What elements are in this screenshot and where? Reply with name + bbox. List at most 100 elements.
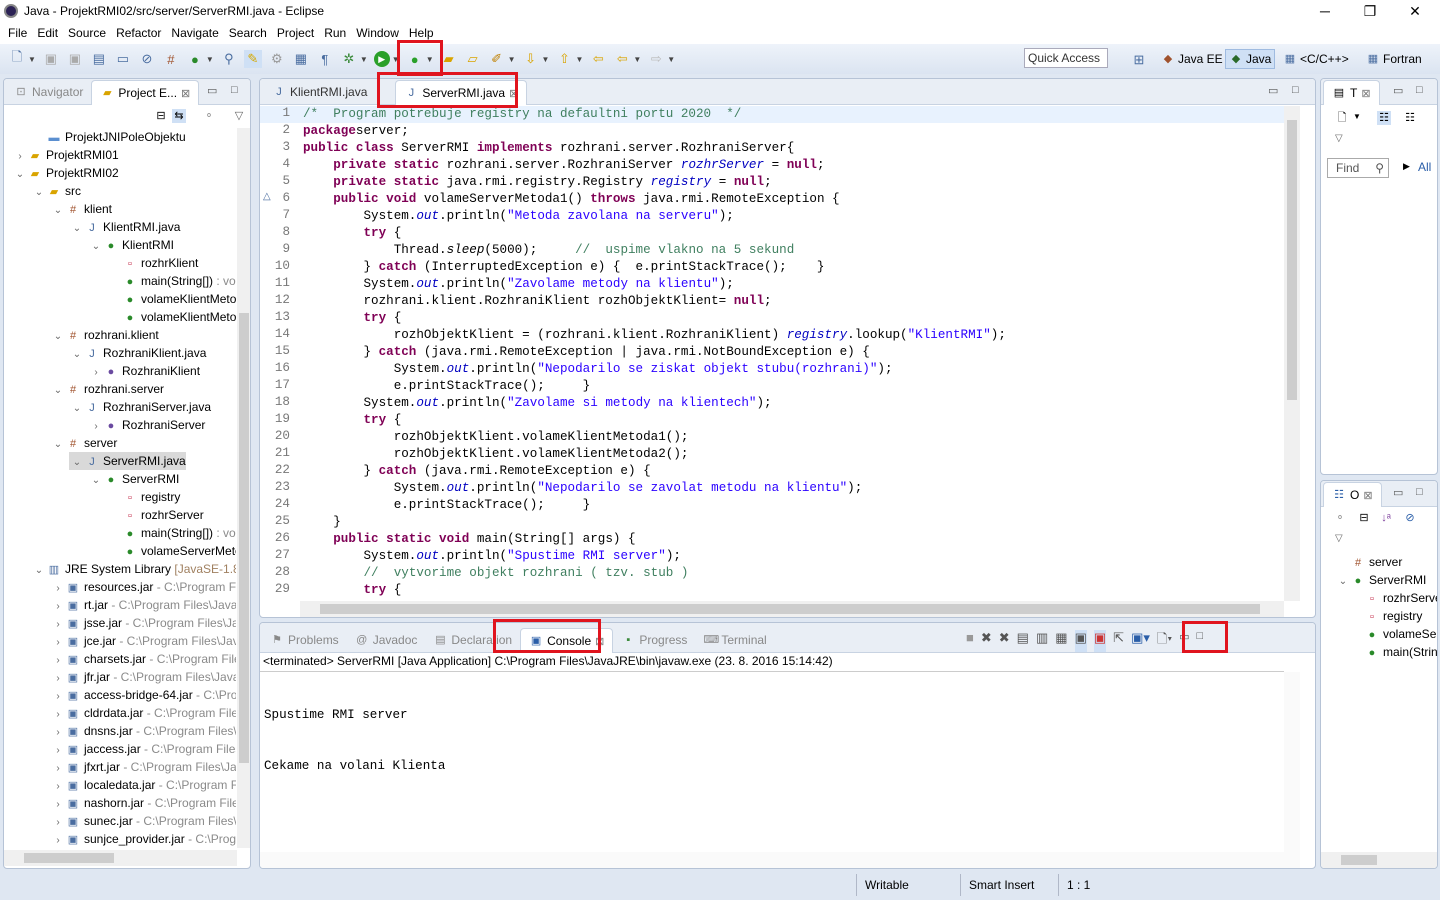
tree-item[interactable]: ›▣nashorn.jar - C:\Program Files\Java <box>50 794 236 812</box>
perspective-cpp[interactable]: ▦<C/C++> <box>1280 49 1352 69</box>
new-package-icon[interactable]: # <box>162 50 180 68</box>
sort-icon[interactable]: ↓ᵃ <box>1379 511 1393 525</box>
expanded-chevron-icon[interactable]: ⌄ <box>50 382 66 400</box>
search-tool-icon[interactable]: ✐ <box>488 50 506 68</box>
minimize-view-icon[interactable]: ▭ <box>1393 84 1403 97</box>
tree-item[interactable]: ›▣localedata.jar - C:\Program Files\Java <box>50 776 236 794</box>
chevron-down-icon[interactable]: ▼ <box>542 55 550 64</box>
open-console-icon[interactable]: 🗋▾ <box>1157 630 1172 652</box>
run-dropdown-icon[interactable]: ▼ <box>392 55 400 64</box>
tree-item[interactable]: ⌄#rozhrani.klient <box>50 326 159 344</box>
menu-source[interactable]: Source <box>64 26 112 40</box>
console-output[interactable]: Spustime RMI server Cekame na volani Kli… <box>264 673 445 809</box>
tab-project-explorer[interactable]: ▰Project E...⊠ <box>91 80 199 105</box>
save-icon[interactable]: ▣ <box>42 50 60 68</box>
editor-vertical-scrollbar[interactable] <box>1284 106 1300 601</box>
expanded-chevron-icon[interactable]: ⌄ <box>69 400 85 418</box>
word-wrap-icon[interactable]: ▦ <box>1055 630 1067 652</box>
pin-console-icon[interactable]: ⇱ <box>1113 630 1124 652</box>
tab-problems[interactable]: ⚑Problems <box>262 628 347 652</box>
close-tab-icon[interactable]: ⊠ <box>509 87 518 100</box>
maximize-view-icon[interactable]: □ <box>1292 84 1299 96</box>
maximize-button[interactable]: ❐ <box>1347 0 1393 22</box>
perspective-java-ee[interactable]: ◆Java EE <box>1158 49 1226 69</box>
menu-help[interactable]: Help <box>405 26 440 40</box>
outline-horizontal-scrollbar[interactable] <box>1321 852 1437 868</box>
new-icon[interactable]: 🗋 <box>8 50 26 68</box>
collapse-all-icon[interactable]: ⊟ <box>154 109 168 123</box>
tree-item[interactable]: ›●RozhraniKlient <box>88 362 200 380</box>
editor-horizontal-scrollbar[interactable] <box>300 601 1284 617</box>
menu-project[interactable]: Project <box>273 26 320 40</box>
console-vertical-scrollbar[interactable] <box>1284 672 1300 852</box>
minimize-view-icon[interactable]: ▭ <box>1393 486 1403 499</box>
view-menu-icon[interactable]: ▽ <box>232 109 246 123</box>
tree-item[interactable]: ⌄JServerRMI.java <box>69 452 186 470</box>
menu-edit[interactable]: Edit <box>33 26 64 40</box>
filter-icon[interactable]: ⚬ <box>202 109 216 123</box>
show-on-stdout-icon[interactable]: ▣ <box>1075 630 1087 652</box>
tree-item[interactable]: ●volameKlientMetoda2() <box>107 308 236 326</box>
chevron-down-icon[interactable]: ▼ <box>426 55 434 64</box>
expanded-chevron-icon[interactable]: ⌄ <box>69 346 85 364</box>
open-perspective-icon[interactable]: ⊞ <box>1130 51 1148 69</box>
chevron-down-icon[interactable]: ▼ <box>633 55 641 64</box>
chevron-down-icon[interactable]: ▼ <box>508 55 516 64</box>
hide-fields-icon[interactable]: ⊘ <box>1403 511 1417 525</box>
prev-annotation-icon[interactable]: ⇧ <box>555 50 573 68</box>
console-horizontal-scrollbar[interactable] <box>260 852 1300 868</box>
toggle-icon[interactable]: ⚙ <box>268 50 286 68</box>
tree-item[interactable]: ▫rozhrServer <box>1349 589 1438 607</box>
show-on-stderr-icon[interactable]: ▣ <box>1094 630 1106 652</box>
tree-item[interactable]: ›▣jfr.jar - C:\Program Files\Java <box>50 668 236 686</box>
display-console-icon[interactable]: ▣▾ <box>1131 630 1150 652</box>
tab-outline[interactable]: ☷O⊠ <box>1323 482 1382 507</box>
chevron-down-icon[interactable]: ▼ <box>206 55 214 64</box>
tree-item[interactable]: ⌄JRozhraniServer.java <box>69 398 211 416</box>
quick-access-input[interactable]: Quick Access <box>1024 48 1108 68</box>
clear-console-icon[interactable]: ▤ <box>1017 630 1029 652</box>
menu-refactor[interactable]: Refactor <box>112 26 167 40</box>
close-tab-icon[interactable]: ⊠ <box>181 87 190 100</box>
tree-item[interactable]: ●main(String[]) : void <box>107 272 236 290</box>
tree-item[interactable]: #server <box>1335 553 1402 571</box>
scheduled-icon[interactable]: ☷ <box>1403 111 1417 125</box>
remove-launch-icon[interactable]: ✖ <box>981 630 992 652</box>
minimize-button[interactable]: ─ <box>1302 0 1348 22</box>
forward-icon[interactable]: ⇨ <box>647 50 665 68</box>
minimize-view-icon[interactable]: ▭ <box>1179 630 1189 652</box>
chevron-down-icon[interactable]: ▼ <box>575 55 583 64</box>
tree-item[interactable]: ›▣sunec.jar - C:\Program Files\Java <box>50 812 236 830</box>
menu-file[interactable]: File <box>4 26 33 40</box>
tree-item[interactable]: ⌄JRozhraniKlient.java <box>69 344 206 362</box>
expanded-chevron-icon[interactable]: ⌄ <box>50 202 66 220</box>
tree-item[interactable]: ›▣charsets.jar - C:\Program Files\Java <box>50 650 236 668</box>
menu-search[interactable]: Search <box>225 26 273 40</box>
tree-item[interactable]: ⌄●KlientRMI <box>88 236 174 254</box>
tree-item[interactable]: ›●RozhraniServer <box>88 416 205 434</box>
close-tab-icon[interactable]: ⊠ <box>1363 489 1372 502</box>
expanded-chevron-icon[interactable]: ⌄ <box>12 166 28 184</box>
categorized-icon[interactable]: ☷ <box>1377 111 1391 125</box>
tree-item[interactable]: ⌄#server <box>50 434 117 452</box>
collapsed-chevron-icon[interactable]: › <box>50 832 66 848</box>
expanded-chevron-icon[interactable]: ⌄ <box>50 328 66 346</box>
expanded-chevron-icon[interactable]: ⌄ <box>50 436 66 454</box>
tree-item[interactable]: ▫rozhrServer <box>107 506 204 524</box>
tree-item[interactable]: ▫registry <box>107 488 180 506</box>
filter-icon[interactable]: ⚬ <box>1333 511 1347 525</box>
all-filter-link[interactable]: All <box>1418 160 1431 174</box>
debug-icon[interactable]: ✲ <box>340 50 358 68</box>
tree-item[interactable]: ●main(String[]) : void <box>107 524 236 542</box>
perspective-fortran[interactable]: ▦Fortran <box>1363 49 1425 69</box>
skip-breakpoints-icon[interactable]: ⊘ <box>138 50 156 68</box>
next-annotation-icon[interactable]: ⇩ <box>522 50 540 68</box>
tab-progress[interactable]: ▪Progress <box>613 628 695 652</box>
tree-item[interactable]: ›▣access-bridge-64.jar - C:\Program File… <box>50 686 236 704</box>
tree-item[interactable]: ⌄▰ProjektRMI02 <box>12 164 119 182</box>
chevron-down-icon[interactable]: ▼ <box>1353 112 1361 121</box>
close-tab-icon[interactable]: ⊠ <box>1361 87 1370 100</box>
link-editor-icon[interactable]: ⇆ <box>172 109 186 123</box>
tree-item[interactable]: ⌄●ServerRMI <box>1335 571 1426 589</box>
tree-item[interactable]: ›▣sunjce_provider.jar - C:\Program Files <box>50 830 236 848</box>
